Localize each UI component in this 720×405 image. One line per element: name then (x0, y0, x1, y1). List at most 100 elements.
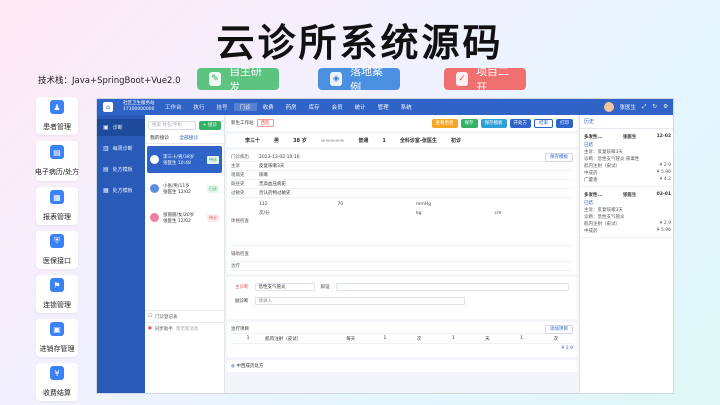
table-cell: 天 (485, 336, 490, 342)
vital-value[interactable] (495, 200, 574, 209)
history-line: 主诉：反复咳嗽3天 (584, 149, 623, 155)
nav-item[interactable]: 系统 (395, 103, 418, 111)
history-date: 12-02 (656, 134, 671, 139)
history-card[interactable]: 多发性... 张医生 03-01 已结 主诉：反复咳嗽3天 诊断：急性支气管炎 肌内注射（皮… (580, 187, 673, 238)
badge-cases: ◈ 落地案例 (318, 65, 400, 94)
visit-type: 普通 (358, 138, 369, 144)
finish-button[interactable]: 结束 (534, 118, 553, 128)
patient-info: 张医生 10:48 (163, 160, 191, 166)
sidebar-item-template-2[interactable]: ▦ 处方模板 (97, 182, 145, 199)
chief-complaint-field[interactable]: 反复咳嗽3天 (259, 163, 573, 169)
save-template-button[interactable]: 保存模板 (480, 118, 507, 128)
badge-label: 自主研发 (229, 65, 263, 94)
pulse-unit: 次/分 (259, 211, 270, 216)
add-patient-button[interactable]: + 接诊 (198, 120, 221, 130)
nav-item[interactable]: 库存 (303, 103, 326, 111)
systolic-value[interactable]: 112 (259, 200, 338, 209)
save-template-button[interactable]: 保存模板 (545, 152, 573, 162)
fullscreen-icon[interactable]: ⤢ (642, 104, 646, 111)
patient-search-bar: 搜索 姓名/手机 + 接诊 (145, 118, 224, 132)
save-button[interactable]: 保存 (460, 118, 478, 128)
diastolic-value[interactable]: 70 (338, 200, 417, 209)
sidebar-item-template[interactable]: ▤ 处方模板 (97, 161, 145, 178)
patient-age: 38 (293, 138, 300, 144)
history-item: 中成药 ¥ 5.96 (584, 227, 671, 234)
view-patient-button[interactable]: 查看患者 (431, 118, 458, 128)
nav-item[interactable]: 管理 (372, 103, 395, 111)
main-nav: 工作台 执行 挂号 门诊 收费 药房 库存 会员 统计 管理 系统 (159, 103, 418, 111)
nav-item[interactable]: 药房 (280, 103, 303, 111)
table-icon: ▦ (103, 187, 109, 194)
doctor-name: 全科诊室-张医生 (399, 138, 437, 144)
syndrome-label: 辩证 (320, 285, 330, 290)
nav-item[interactable]: 统计 (349, 103, 372, 111)
history-item: 广藿香 ¥ 4.2 (584, 176, 671, 183)
diagnosis-field[interactable]: 急性支气管炎 (254, 283, 315, 291)
avatar (150, 155, 159, 164)
patient-list-panel: 搜索 姓名/手机 + 接诊 我的接诊 全部接诊 李三十/男/38岁 张医生 10:… (145, 115, 225, 393)
footer-sub: 暂无新消息 (175, 326, 199, 332)
avatar[interactable] (603, 102, 614, 112)
history-title[interactable]: 历史 (584, 118, 594, 125)
tab-all-patients[interactable]: 全部接诊 (179, 134, 198, 141)
user-name[interactable]: 张医生 (620, 103, 637, 111)
add-item-button[interactable]: 添加项目 (545, 324, 573, 334)
nav-item[interactable]: 执行 (188, 103, 211, 111)
settings-icon[interactable]: ⚙ (663, 104, 668, 110)
nav-item[interactable]: 挂号 (211, 103, 234, 111)
feature-chain: ⚑ 连锁管理 (36, 275, 78, 313)
sidebar-item-diagnosis[interactable]: ▣ 诊断 (97, 119, 145, 136)
history-item: 中成药 ¥ 5.96 (584, 169, 671, 176)
history-doctor: 张医生 (622, 134, 637, 140)
badge-label: 落地案例 (350, 65, 384, 94)
nav-item[interactable]: 工作台 (159, 103, 188, 111)
main-workspace: 新生工作站 西医 查看患者 保存 保存模板 开处方 结束 打印 李三十 男 38… (227, 115, 577, 393)
feature-patient-mgmt: ♟ 患者管理 (36, 97, 78, 135)
patient-row[interactable]: 李三十/男/38岁 张医生 10:48 待诊 (147, 146, 222, 173)
past-history-field[interactable]: 无高血压病史 (259, 181, 573, 187)
masked-phone: ▬▬▬▬▬ (320, 137, 345, 144)
footer-label: 同步助手 (154, 326, 173, 332)
feature-emr: ▤ 电子病历/处方 (35, 141, 79, 181)
calendar-icon: ▥ (103, 145, 109, 152)
register-link[interactable]: ☐ 门诊登记表 (145, 310, 224, 322)
workspace-toolbar: 新生工作站 西医 查看患者 保存 保存模板 开处方 结束 打印 (227, 115, 577, 131)
prescribe-button[interactable]: 开处方 (509, 118, 531, 128)
history-card[interactable]: 多发性... 张医生 12-02 已结 主诉：反复咳嗽3天 诊断：急性支气管炎 病毒性 肌内… (580, 129, 673, 187)
patient-row[interactable]: 张丽丽/女/20岁 张医生 12/02 待诊 (147, 204, 222, 231)
item-price: ¥ 2.9 (659, 163, 671, 168)
sidebar-item-weekly[interactable]: ▥ 每周诊断 (97, 140, 145, 157)
tab-my-patients[interactable]: 我的接诊 (150, 134, 169, 141)
treatment-section: 治疗项目 添加项目 1 肌肉注射（皮试） 每天 1 次 1 天 1 次 ¥ 2.9 (227, 322, 577, 357)
patient-search-input[interactable]: 搜索 姓名/手机 (148, 120, 196, 130)
field-label: 体格检查 (231, 219, 249, 224)
nav-item[interactable]: 门诊 (233, 103, 257, 111)
table-cell: 次 (416, 336, 422, 342)
sync-assistant[interactable]: ● 同步助手 暂无新消息 (145, 322, 224, 334)
refresh-icon[interactable]: ↻ (652, 104, 657, 110)
print-button[interactable]: 打印 (556, 118, 573, 128)
table-cell: 肌肉注射（皮试） (265, 336, 302, 342)
vitals-grid[interactable]: 112 70 mmHg 次/分 kg cm (259, 200, 573, 218)
nav-item[interactable]: 会员 (326, 103, 349, 111)
secondary-diagnosis-field[interactable]: 请录入 (254, 297, 465, 305)
table-cell: 1 (383, 336, 387, 341)
history-panel: 历史 多发性... 张医生 12-02 已结 主诉：反复咳嗽3天 诊断：急性支气管炎 病毒… (579, 115, 673, 393)
patient-row[interactable]: 小张/男/11岁 张医生 12/02 已诊 (147, 175, 222, 202)
visit-count: 1 (382, 137, 386, 144)
badge-label: 项目二开 (476, 65, 510, 94)
table-row[interactable]: 1 肌肉注射（皮试） 每天 1 次 1 天 1 次 (231, 334, 573, 344)
present-illness-field[interactable]: 咳嗽 (259, 172, 573, 178)
allergy-field[interactable]: 否认药物过敏史 (259, 190, 573, 196)
bp-unit: mmHg (416, 202, 432, 207)
table-cell: 次 (553, 336, 559, 342)
grid-icon: ▣ (103, 124, 109, 131)
history-date: 03-01 (656, 192, 671, 197)
type-tag[interactable]: 西医 (256, 119, 274, 127)
history-diagnosis: 多发性... (584, 192, 603, 198)
nav-item[interactable]: 收费 (257, 103, 280, 111)
avatar (150, 213, 159, 222)
syndrome-field[interactable] (335, 283, 569, 291)
record-title: 门诊病历 (231, 155, 249, 160)
vital-value[interactable] (338, 209, 417, 218)
